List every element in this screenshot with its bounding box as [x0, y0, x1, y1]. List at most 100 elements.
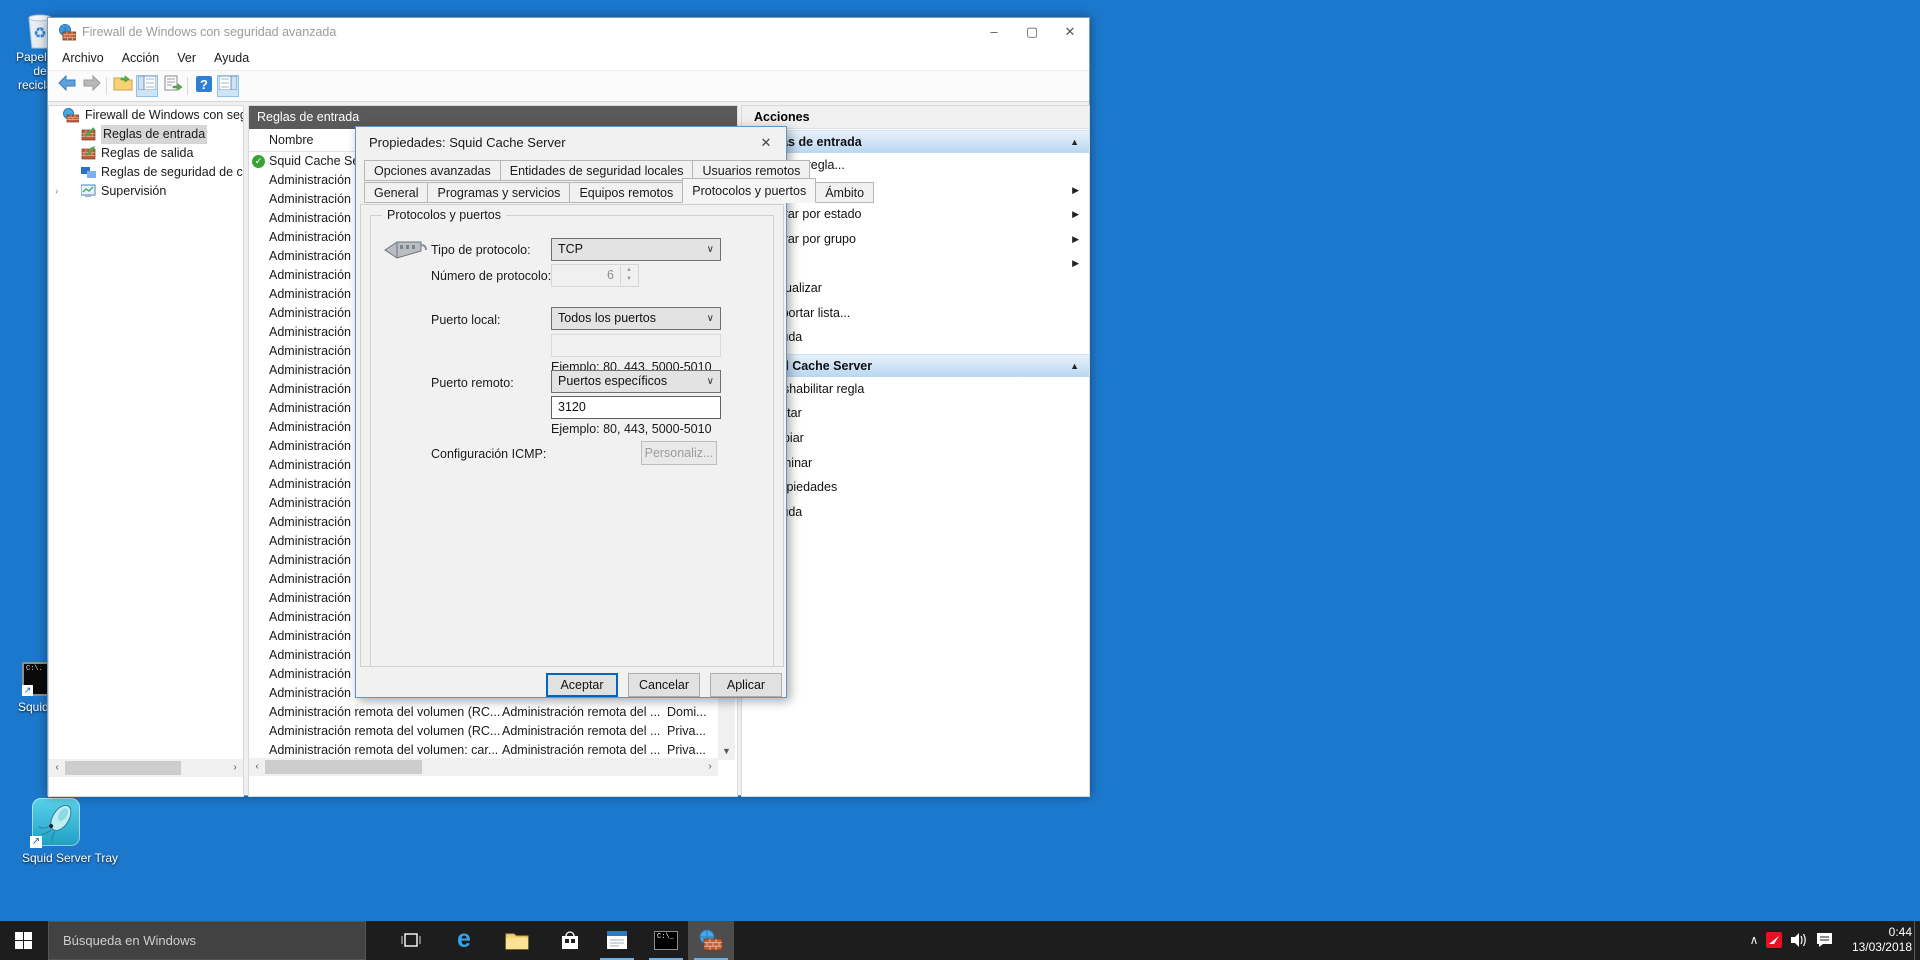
dialog-tab[interactable]: Programas y servicios [427, 182, 570, 203]
dialog-tab[interactable]: General [364, 182, 428, 203]
tray-expand-icon[interactable]: ∧ [1744, 921, 1764, 960]
close-button[interactable]: ✕ [1051, 18, 1089, 46]
scroll-right-icon[interactable]: › [227, 759, 243, 777]
action-item[interactable]: Actualizar [742, 276, 1089, 301]
show-desktop-button[interactable] [1914, 921, 1920, 960]
toolbar-separator [187, 77, 188, 95]
export-list-icon[interactable] [162, 75, 184, 97]
protocol-type-dropdown[interactable]: TCP ∨ [551, 238, 721, 261]
protocol-type-label: Tipo de protocolo: [431, 243, 531, 257]
dialog-tab[interactable]: Ámbito [815, 182, 874, 203]
tree-root-firewall[interactable]: Firewall de Windows con segur [49, 106, 243, 125]
scrollbar-thumb[interactable] [265, 760, 422, 774]
action-item[interactable]: Cortar [742, 401, 1089, 426]
scroll-left-icon[interactable]: ‹ [249, 758, 265, 776]
menu-item[interactable]: Acción [113, 46, 169, 71]
stepper-arrows-icon[interactable]: ▲▼ [620, 266, 637, 285]
window-titlebar[interactable]: Firewall de Windows con seguridad avanza… [48, 18, 1089, 46]
outbound-rules-icon [81, 146, 96, 161]
minimize-button[interactable]: – [975, 18, 1013, 46]
tree-horizontal-scrollbar[interactable]: ‹ › [49, 759, 243, 777]
rule-rows-bottom: Administración remota del volumen (RC...… [249, 703, 720, 760]
tree-item-reglas-seguridad[interactable]: Reglas de seguridad de conexión [49, 163, 243, 182]
action-item[interactable]: Ayuda [742, 500, 1089, 525]
task-view-button[interactable] [388, 921, 434, 960]
scroll-down-icon[interactable]: ▼ [718, 743, 735, 760]
action-item[interactable]: Filtrar por grupo ▶ [742, 227, 1089, 252]
local-port-dropdown[interactable]: Todos los puertos ∨ [551, 307, 721, 330]
tree-item-supervision[interactable]: › Supervisión [49, 182, 243, 201]
groupbox-label: Protocolos y puertos [382, 208, 506, 222]
remote-port-example: Ejemplo: 80, 443, 5000-5010 [551, 422, 712, 436]
actions-section-header-squid[interactable]: Squid Cache Server ▲ [742, 354, 1089, 377]
dialog-tab[interactable]: Equipos remotos [569, 182, 683, 203]
collapse-icon[interactable]: ▲ [1070, 131, 1079, 154]
action-item[interactable]: Copiar [742, 426, 1089, 451]
tray-app-icon[interactable] [1766, 921, 1786, 960]
cmd-button[interactable]: C:\_ [643, 921, 689, 960]
list-horizontal-scrollbar[interactable]: ‹ › [249, 758, 718, 776]
action-item[interactable]: Exportar lista... [742, 301, 1089, 326]
inbound-rules-icon [81, 127, 96, 142]
file-explorer-button[interactable] [494, 921, 540, 960]
dialog-close-icon[interactable]: ✕ [754, 133, 778, 153]
dialog-tab[interactable]: Entidades de seguridad locales [500, 160, 694, 181]
console-tree-icon[interactable] [136, 75, 158, 97]
action-item[interactable]: Ayuda [742, 325, 1089, 350]
store-icon [558, 929, 582, 951]
action-item[interactable]: Deshabilitar regla [742, 377, 1089, 402]
scrollbar-thumb[interactable] [65, 761, 181, 775]
volume-icon[interactable] [1790, 921, 1812, 960]
folder-icon[interactable] [112, 75, 134, 97]
collapse-icon[interactable]: ▲ [1070, 355, 1079, 378]
maximize-button[interactable]: ▢ [1013, 18, 1051, 46]
action-item[interactable]: Propiedades [742, 475, 1089, 500]
dialog-tab[interactable]: Opciones avanzadas [364, 160, 501, 181]
action-item[interactable]: Ver ▶ [742, 251, 1089, 276]
protocol-number-stepper[interactable]: 6 ▲▼ [551, 264, 639, 287]
menu-item[interactable]: Ver [168, 46, 205, 71]
store-button[interactable] [547, 921, 593, 960]
back-icon[interactable] [56, 75, 78, 97]
menu-item[interactable]: Archivo [53, 46, 113, 71]
taskbar-search-input[interactable]: Búsqueda en Windows [48, 921, 366, 960]
action-item[interactable]: Filtrar por estado ▶ [742, 202, 1089, 227]
icmp-customize-button: Personaliz... [641, 441, 717, 465]
help-icon[interactable]: ? [193, 75, 215, 97]
remote-port-dropdown[interactable]: Puertos específicos ∨ [551, 370, 721, 393]
tree-item-reglas-salida[interactable]: Reglas de salida [49, 144, 243, 163]
apply-button[interactable]: Aplicar [710, 673, 782, 697]
local-port-input [551, 334, 721, 357]
edge-button[interactable]: e [441, 921, 487, 960]
action-item[interactable]: Eliminar [742, 451, 1089, 476]
firewall-app-button[interactable] [688, 921, 734, 960]
menu-item[interactable]: Ayuda [205, 46, 258, 71]
protocol-number-label: Número de protocolo: [431, 269, 551, 283]
action-pane-icon[interactable] [217, 75, 239, 97]
scroll-right-icon[interactable]: › [702, 758, 718, 776]
forward-icon[interactable] [81, 75, 103, 97]
action-center-icon[interactable] [1816, 921, 1838, 960]
actions-section-header-entrada[interactable]: Reglas de entrada ▲ [742, 130, 1089, 153]
tree-item-reglas-entrada[interactable]: Reglas de entrada [49, 125, 243, 144]
desktop: ♻ Papelera de reciclaje C:\. ↗ Squid T ↗ [0, 0, 1920, 960]
office-app-button[interactable] [594, 921, 640, 960]
rule-enabled-icon: ✓ [252, 155, 265, 168]
svg-text:?: ? [200, 77, 208, 92]
ok-button[interactable]: Aceptar [546, 673, 618, 697]
scroll-left-icon[interactable]: ‹ [49, 759, 65, 777]
file-explorer-icon [505, 931, 529, 950]
rule-row[interactable]: Administración remota del volumen (RC...… [249, 703, 720, 722]
squid-server-tray-shortcut[interactable]: ↗ Squid Server Tray [14, 798, 126, 865]
expand-chevron-icon[interactable]: › [55, 182, 58, 201]
taskbar-clock[interactable]: 0:44 13/03/2018 [1845, 925, 1912, 955]
chevron-down-icon: ∨ [707, 371, 714, 392]
remote-port-label: Puerto remoto: [431, 376, 514, 390]
remote-port-input[interactable]: 3120 [551, 396, 721, 419]
start-button[interactable] [0, 921, 48, 960]
rule-row[interactable]: Administración remota del volumen (RC...… [249, 722, 720, 741]
submenu-arrow-icon: ▶ [1072, 251, 1079, 276]
cancel-button[interactable]: Cancelar [628, 673, 700, 697]
window-title: Firewall de Windows con seguridad avanza… [82, 25, 336, 39]
dialog-tab[interactable]: Protocolos y puertos [682, 178, 816, 203]
